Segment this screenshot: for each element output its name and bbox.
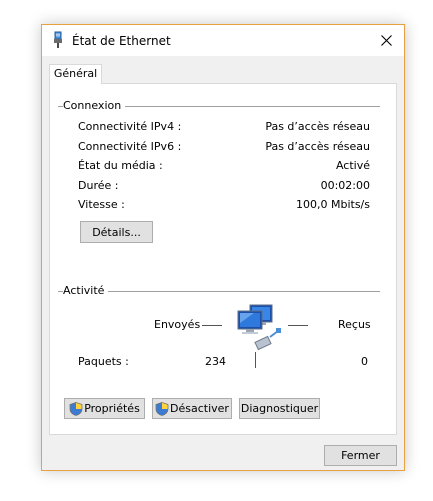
received-label: Reçus — [338, 318, 371, 331]
close-dialog-button[interactable]: Fermer — [324, 445, 397, 466]
packets-sent-value: 234 — [205, 355, 226, 368]
title-bar: État de Ethernet — [42, 25, 404, 56]
sent-label: Envoyés — [154, 318, 201, 331]
window-title: État de Ethernet — [72, 34, 171, 48]
close-icon — [380, 35, 392, 46]
packets-divider — [255, 352, 256, 368]
ipv6-value: Pas d’accès réseau — [265, 140, 370, 153]
ipv6-label: Connectivité IPv6 : — [78, 140, 182, 153]
duration-label: Durée : — [78, 179, 119, 192]
sent-line — [202, 325, 222, 326]
ipv4-label: Connectivité IPv4 : — [78, 120, 182, 133]
uac-shield-icon — [69, 401, 83, 416]
ethernet-connector-icon — [54, 31, 62, 48]
tab-panel-general: Connexion Connectivité IPv4 : Pas d’accè… — [49, 83, 397, 435]
connection-heading: Connexion — [63, 99, 126, 112]
ethernet-status-dialog: État de Ethernet Général Connexion Conne… — [41, 24, 405, 471]
disable-button[interactable]: Désactiver — [152, 398, 232, 419]
properties-label: Propriétés — [84, 402, 140, 415]
properties-button[interactable]: Propriétés — [64, 398, 145, 419]
speed-label: Vitesse : — [78, 198, 125, 211]
disable-label: Désactiver — [170, 402, 229, 415]
network-computers-icon — [237, 304, 281, 351]
duration-value: 00:02:00 — [320, 179, 370, 192]
details-button[interactable]: Détails... — [80, 221, 153, 243]
diagnose-button[interactable]: Diagnostiquer — [239, 398, 320, 419]
media-state-label: État du média : — [78, 159, 163, 172]
speed-value: 100,0 Mbits/s — [296, 198, 370, 211]
activity-heading: Activité — [63, 284, 109, 297]
close-button[interactable] — [368, 25, 404, 56]
packets-label: Paquets : — [78, 355, 129, 368]
packets-received-value: 0 — [361, 355, 368, 368]
uac-shield-icon — [155, 401, 169, 416]
received-line — [288, 325, 308, 326]
ipv4-value: Pas d’accès réseau — [265, 120, 370, 133]
media-state-value: Activé — [335, 159, 370, 172]
tab-general[interactable]: Général — [49, 64, 102, 84]
